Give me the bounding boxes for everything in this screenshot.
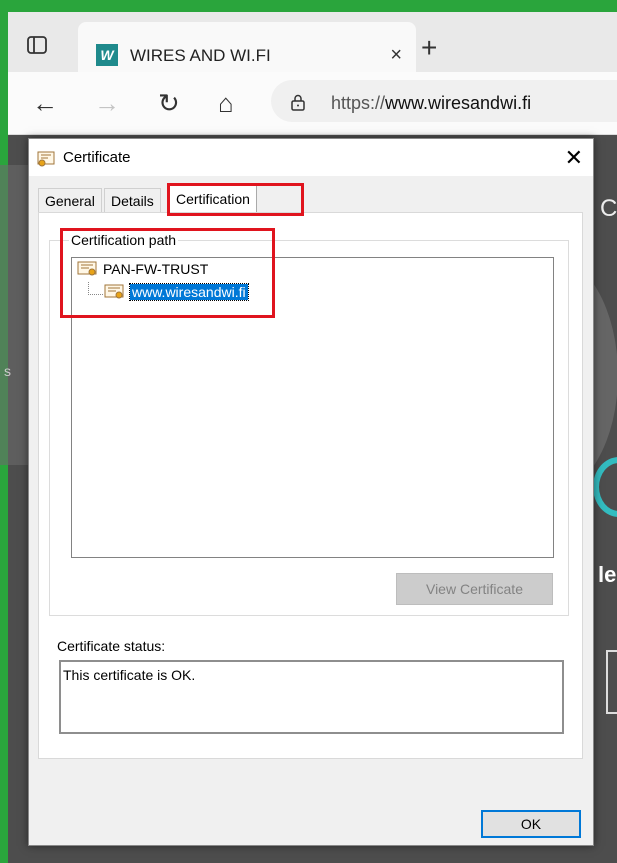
view-certificate-button[interactable]: View Certificate	[396, 573, 553, 605]
forward-button[interactable]: →	[94, 90, 120, 116]
tab-general[interactable]: General	[38, 188, 102, 212]
highlight-box-tab	[167, 183, 304, 216]
back-button[interactable]: ←	[32, 90, 58, 116]
tab-bar: W WIRES AND WI.FI × +	[8, 12, 617, 72]
dialog-title-bar: Certificate ✕	[29, 139, 593, 176]
tab-actions-icon[interactable]	[26, 34, 48, 56]
url-scheme: https://	[331, 93, 386, 113]
url-text: https://www.wiresandwi.fi	[331, 93, 531, 114]
page-text-fragment: C	[600, 195, 617, 222]
page-teal-logo	[593, 457, 617, 517]
page-text-fragment: s	[4, 363, 11, 379]
ok-button[interactable]: OK	[481, 810, 581, 838]
address-bar[interactable]: https://www.wiresandwi.fi	[271, 80, 617, 122]
page-text-fragment: le	[598, 562, 617, 587]
close-icon[interactable]: ✕	[565, 145, 583, 171]
tab-details[interactable]: Details	[104, 188, 161, 212]
lock-icon[interactable]	[289, 93, 307, 111]
certificate-icon	[37, 151, 55, 167]
tab-title: WIRES AND WI.FI	[130, 46, 271, 65]
site-logo-icon: W	[96, 44, 118, 66]
new-tab-button[interactable]: +	[421, 32, 437, 64]
tab-close-icon[interactable]: ×	[390, 44, 402, 67]
url-host: www.wiresandwi.fi	[385, 93, 532, 113]
browser-tab[interactable]: W WIRES AND WI.FI ×	[78, 22, 416, 72]
browser-toolbar: ← → ↻ ⌂ https://www.wiresandwi.fi	[8, 72, 617, 135]
page-frame-fragment	[606, 650, 617, 714]
home-button[interactable]: ⌂	[218, 90, 234, 116]
certificate-dialog: Certificate ✕ General Details Certificat…	[28, 138, 594, 846]
dialog-title: Certificate	[63, 149, 131, 166]
certificate-status-text[interactable]: This certificate is OK.	[59, 660, 564, 734]
certificate-status-label: Certificate status:	[57, 638, 166, 654]
highlight-box-path	[60, 228, 275, 318]
refresh-button[interactable]: ↻	[158, 90, 180, 116]
